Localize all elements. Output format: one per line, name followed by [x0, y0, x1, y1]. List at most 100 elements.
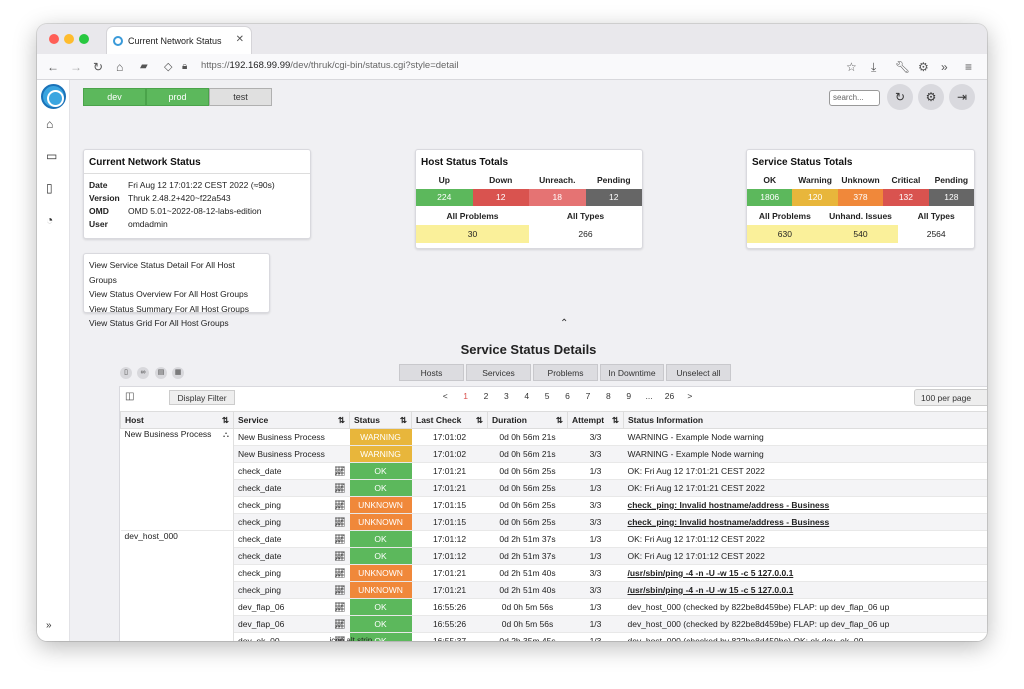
hosts-up-count[interactable]: 224: [416, 189, 473, 206]
per-page-select[interactable]: 100 per page⌄: [914, 389, 987, 406]
pager-page[interactable]: 2: [476, 391, 496, 401]
services-button[interactable]: Services: [466, 364, 531, 381]
search-input[interactable]: search...: [829, 90, 880, 106]
in-downtime-button[interactable]: In Downtime: [600, 364, 664, 381]
menu-icon[interactable]: ≡: [965, 59, 972, 75]
link-status-summary[interactable]: View Status Summary For All Host Groups: [89, 302, 264, 317]
book-icon[interactable]: ▯: [46, 181, 53, 195]
export-icon[interactable]: ▤: [155, 367, 167, 379]
home-icon[interactable]: ⌂: [116, 59, 123, 75]
performance-graph-icon[interactable]: 📈︎: [334, 534, 345, 545]
performance-graph-icon[interactable]: 📈︎: [334, 619, 345, 630]
maximize-window-icon[interactable]: [79, 34, 89, 44]
hosts-all-problems-count[interactable]: 30: [416, 225, 529, 243]
performance-graph-icon[interactable]: 📈︎: [334, 585, 345, 596]
column-header-duration[interactable]: Duration ⇅: [487, 411, 568, 429]
hosts-button[interactable]: Hosts: [399, 364, 464, 381]
service-cell[interactable]: check_date 📈︎: [233, 530, 350, 548]
table-row[interactable]: dev_host_000 check_date 📈︎ OK 17:01:12 0d 2h …: [120, 530, 987, 641]
service-cell[interactable]: check_ping 📈︎: [233, 581, 350, 599]
services-all-types-count[interactable]: 2564: [898, 225, 974, 243]
tab-close-icon[interactable]: ✕: [236, 34, 244, 45]
close-window-icon[interactable]: [49, 34, 59, 44]
column-header-attempt[interactable]: Attempt ⇅: [567, 411, 624, 429]
hosts-down-count[interactable]: 12: [472, 189, 529, 206]
columns-icon[interactable]: ▦: [172, 367, 184, 379]
back-icon[interactable]: ←: [47, 59, 59, 75]
collapse-caret-icon[interactable]: ⌃: [560, 318, 568, 329]
table-row[interactable]: check_ping 📈︎ UNKNOWN 17:01:15 0d 0h 56m 25s…: [121, 496, 987, 514]
host-cell[interactable]: New Business Process ⛬: [120, 428, 234, 531]
pager-page[interactable]: 8: [598, 391, 618, 401]
hosts-unreachable-count[interactable]: 18: [529, 189, 586, 206]
table-row[interactable]: check_ping 📈︎ UNKNOWN 17:01:15 0d 0h 56m 25s…: [121, 513, 987, 531]
table-row[interactable]: check_date 📈︎ OK 17:01:21 0d 0h 56m 25s 1/3 OK…: [121, 479, 987, 497]
lock-icon[interactable]: 🔒︎: [182, 59, 187, 75]
column-header-status[interactable]: Status ⇅: [349, 411, 412, 429]
table-row[interactable]: New Business Process WARNING 17:01:02 0d 0h…: [121, 445, 987, 463]
unselect-all-button[interactable]: Unselect all: [666, 364, 731, 381]
bookmark-icon[interactable]: ▯: [120, 367, 132, 379]
pager-page[interactable]: 6: [557, 391, 577, 401]
settings-button[interactable]: ⚙: [918, 84, 944, 110]
service-cell[interactable]: New Business Process: [233, 445, 350, 463]
column-header-last-check[interactable]: Last Check ⇅: [411, 411, 488, 429]
performance-graph-icon[interactable]: 📈︎: [334, 551, 345, 562]
performance-graph-icon[interactable]: 📈︎: [334, 483, 345, 494]
performance-graph-icon[interactable]: 📈︎: [334, 466, 345, 477]
link-status-overview[interactable]: View Status Overview For All Host Groups: [89, 287, 264, 302]
services-pending-count[interactable]: 128: [928, 189, 975, 206]
service-cell[interactable]: check_date 📈︎: [233, 462, 350, 480]
link-icon[interactable]: ∞: [137, 367, 149, 379]
display-filter-button[interactable]: Display Filter: [169, 390, 235, 405]
link-status-grid[interactable]: View Status Grid For All Host Groups: [89, 316, 264, 331]
home-icon[interactable]: ⌂: [46, 117, 53, 131]
link-service-detail[interactable]: View Service Status Detail For All Host …: [89, 258, 264, 287]
column-header-host[interactable]: Host ⇅: [120, 411, 234, 429]
service-cell[interactable]: dev_flap_06 📈︎: [233, 615, 350, 633]
pager-page[interactable]: 5: [537, 391, 557, 401]
service-cell[interactable]: check_date 📈︎: [233, 479, 350, 497]
host-cell[interactable]: dev_host_000: [120, 530, 234, 641]
pager-page[interactable]: 9: [619, 391, 639, 401]
shield-icon[interactable]: ◇: [164, 59, 172, 75]
env-prod-button[interactable]: prod: [146, 88, 209, 106]
env-dev-button[interactable]: dev: [83, 88, 146, 106]
services-unhandled-count[interactable]: 540: [822, 225, 899, 243]
sidebar-toggle-icon[interactable]: ◫: [125, 391, 134, 402]
extension-icon[interactable]: ▰: [140, 59, 148, 75]
service-cell[interactable]: dev_flap_06 📈︎: [233, 598, 350, 616]
performance-graph-icon[interactable]: 📈︎: [334, 517, 345, 528]
problems-button[interactable]: Problems: [533, 364, 598, 381]
pager-prev[interactable]: <: [435, 391, 455, 401]
services-warning-count[interactable]: 120: [792, 189, 838, 206]
table-row[interactable]: check_ping 📈︎ UNKNOWN 17:01:21 0d 2h 51m 40s…: [121, 564, 987, 582]
table-row[interactable]: dev_flap_06 📈︎ OK 16:55:26 0d 0h 5m 56s 1/3 de…: [121, 615, 987, 633]
column-header-status-information[interactable]: Status Information⇅: [623, 411, 987, 429]
performance-graph-icon[interactable]: 📈︎: [334, 500, 345, 511]
pager-page[interactable]: 26: [659, 391, 679, 401]
refresh-button[interactable]: ↻: [887, 84, 913, 110]
env-test-button[interactable]: test: [209, 88, 272, 106]
wrench-icon[interactable]: 🔧︎: [895, 59, 910, 75]
performance-graph-icon[interactable]: 📈︎: [334, 568, 345, 579]
services-critical-count[interactable]: 132: [883, 189, 929, 206]
pager-page[interactable]: 4: [517, 391, 537, 401]
pager-next[interactable]: >: [680, 391, 700, 401]
download-icon[interactable]: ⤓: [871, 59, 876, 75]
reload-icon[interactable]: ↻: [93, 59, 103, 75]
thruk-logo-icon[interactable]: [41, 84, 66, 109]
monitor-icon[interactable]: ▭: [46, 149, 57, 163]
table-row[interactable]: dev_ok_00 📈︎ OK icon alt strin 16:55:37 0d 2h…: [121, 632, 987, 641]
url-field[interactable]: https://192.168.99.99/dev/thruk/cgi-bin/…: [201, 60, 458, 71]
gear-icon[interactable]: ⚙: [918, 59, 929, 75]
performance-graph-icon[interactable]: 📈︎: [334, 602, 345, 613]
forward-icon[interactable]: →: [70, 59, 82, 75]
table-row[interactable]: New Business Process ⛬ New Business Proces…: [120, 428, 987, 531]
expand-sidebar-icon[interactable]: »: [46, 620, 52, 631]
service-cell[interactable]: check_ping 📈︎: [233, 564, 350, 582]
services-unknown-count[interactable]: 378: [837, 189, 884, 206]
table-row[interactable]: check_ping 📈︎ UNKNOWN 17:01:21 0d 2h 51m 40s…: [121, 581, 987, 599]
more-tools-icon[interactable]: »: [941, 59, 948, 75]
table-row[interactable]: check_date 📈︎ OK 17:01:21 0d 0h 56m 25s 1/3 OK…: [121, 462, 987, 480]
